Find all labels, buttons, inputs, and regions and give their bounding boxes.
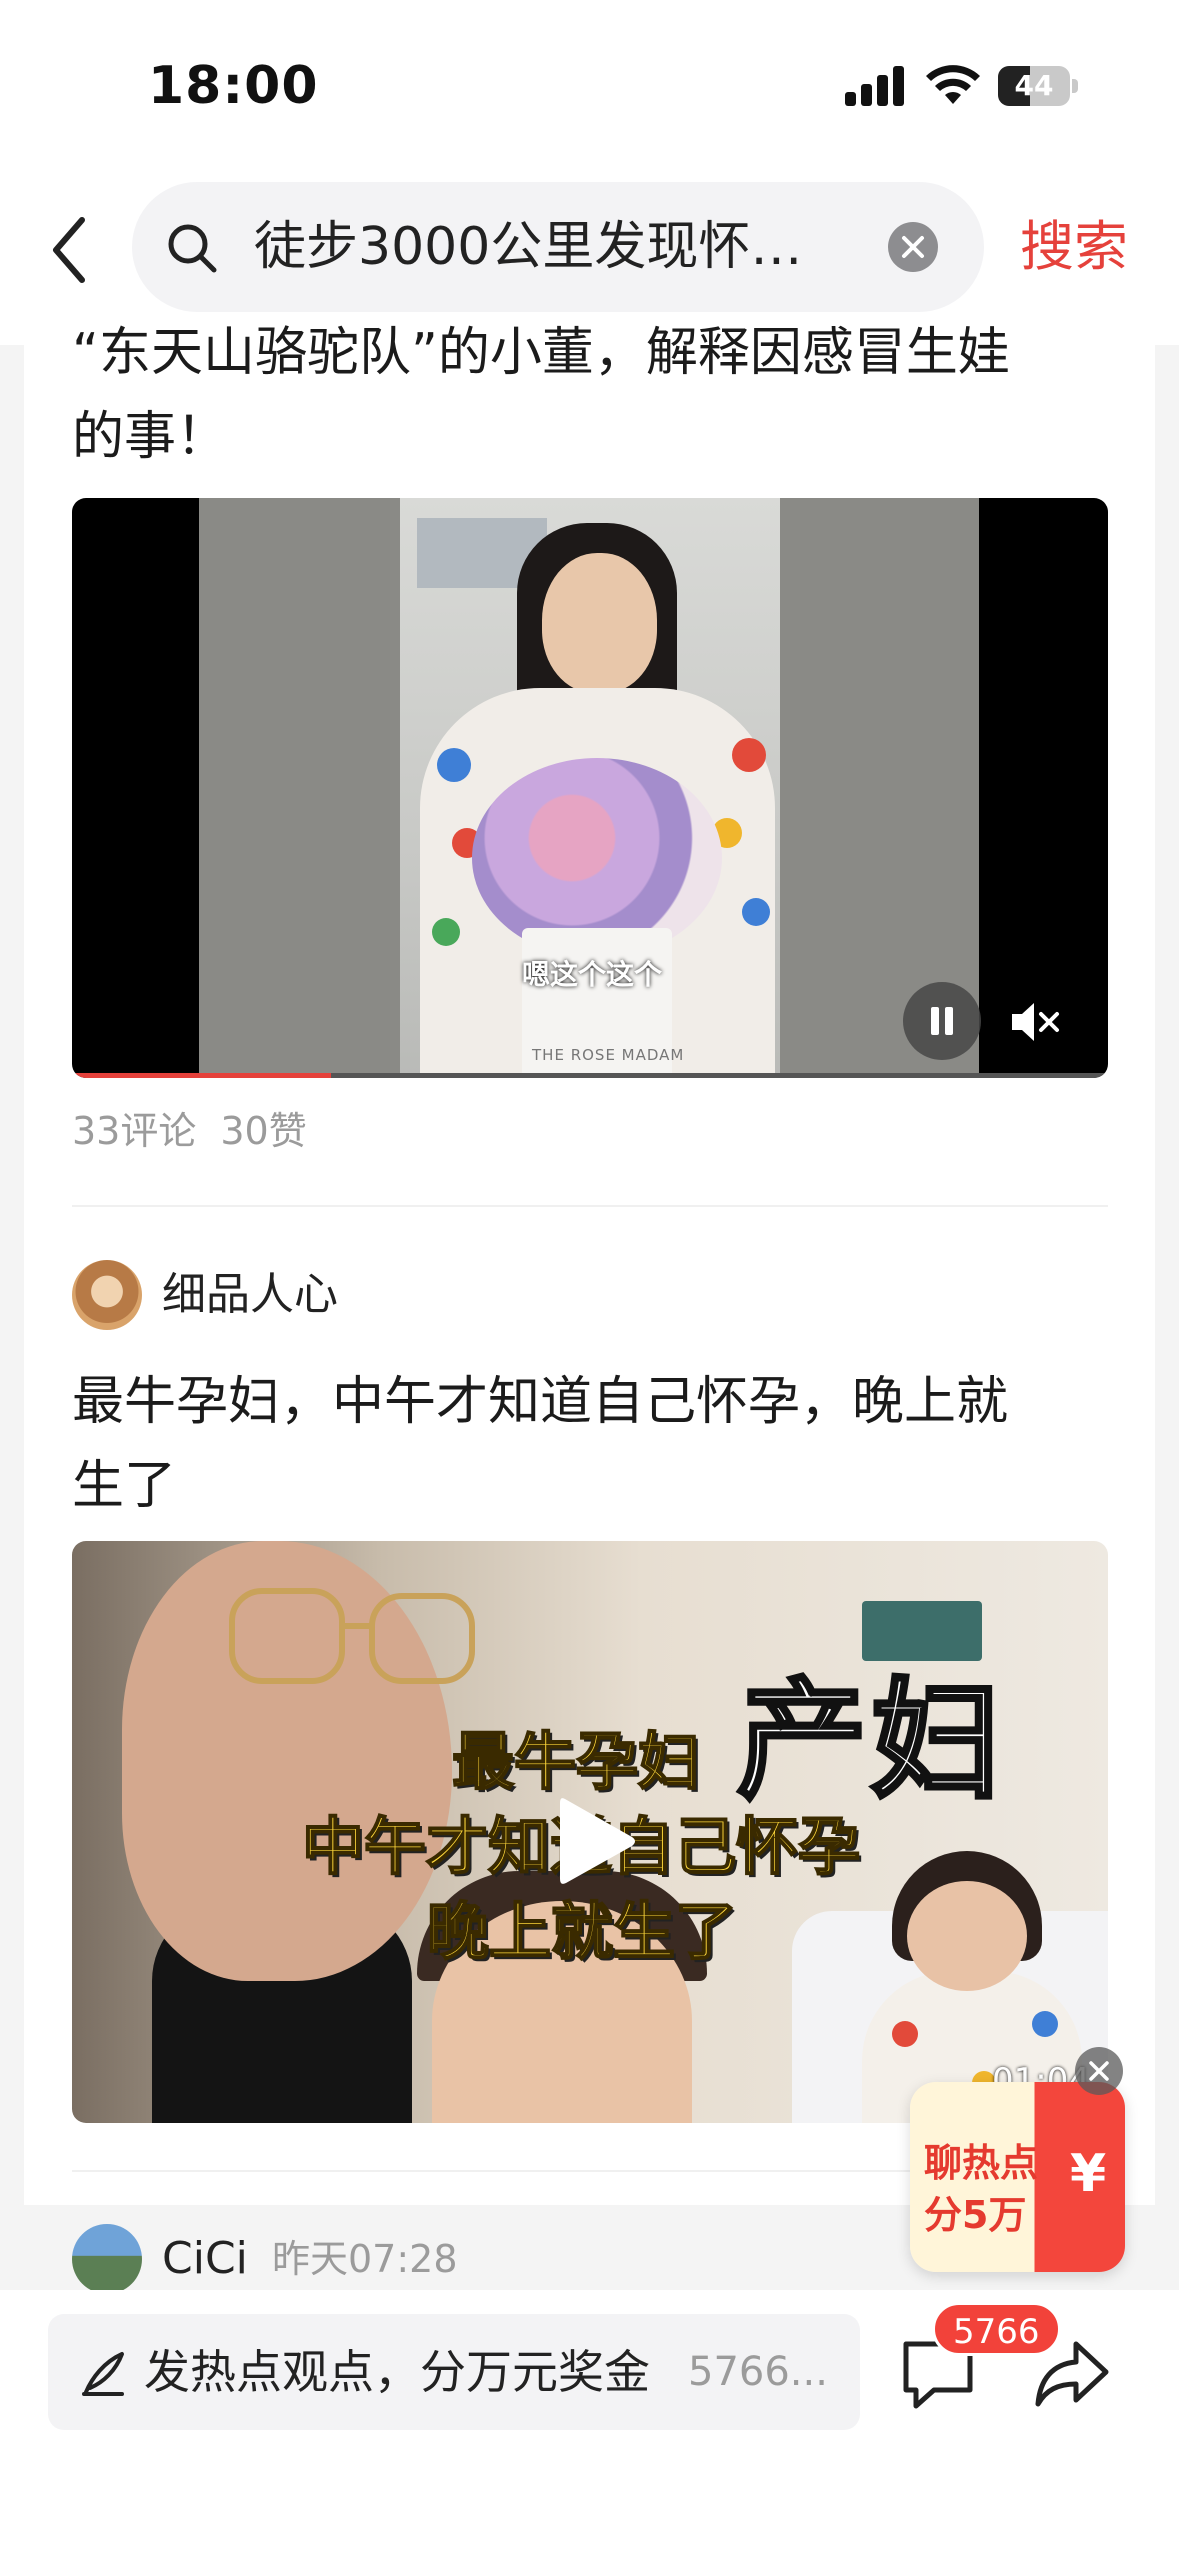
- search-query: 徒步3000公里发现怀…: [254, 217, 803, 277]
- post-title-line: “东天山骆驼队”的小董，解释因感冒生娃: [72, 323, 1010, 383]
- wifi-icon: [926, 65, 980, 104]
- avatar[interactable]: [72, 2224, 142, 2294]
- post-title[interactable]: 最牛孕妇，中午才知道自己怀孕，晚上就 生了: [72, 1360, 1092, 1528]
- cellular-signal-icon: [845, 66, 905, 106]
- comment-input[interactable]: 发热点观点，分万元奖金 5766...: [48, 2314, 860, 2430]
- search-icon: [168, 224, 217, 273]
- video-progress-fill: [72, 1073, 331, 1078]
- back-icon[interactable]: [40, 210, 100, 290]
- close-icon: [1089, 2061, 1109, 2081]
- author-name[interactable]: CiCi: [162, 2224, 248, 2294]
- search-button[interactable]: 搜索: [1020, 182, 1128, 312]
- close-promo-button[interactable]: [1075, 2047, 1123, 2095]
- bottom-bar: 发热点观点，分万元奖金 5766... 5766: [0, 2290, 1179, 2556]
- post-title[interactable]: “东天山骆驼队”的小董，解释因感冒生娃 的事！: [72, 311, 1092, 471]
- divider: [72, 1205, 1108, 1207]
- comment-count-text: 5766...: [688, 2349, 828, 2395]
- play-icon[interactable]: [550, 1791, 640, 1891]
- video-thumbnail[interactable]: 产妇 最牛孕妇 中午才知道自己怀孕 晚上就生了 01:04: [72, 1541, 1108, 2123]
- post-title-line: 最牛孕妇，中午才知道自己怀孕，晚上就: [72, 1372, 1009, 1432]
- search-input[interactable]: 徒步3000公里发现怀…: [132, 182, 984, 312]
- author-name[interactable]: 细品人心: [162, 1260, 338, 1330]
- video-subtitle: 嗯这个这个: [522, 958, 663, 991]
- video-progress-bar[interactable]: [72, 1073, 1108, 1078]
- close-icon: [902, 236, 924, 258]
- battery-icon: 44: [998, 66, 1078, 106]
- clear-search-button[interactable]: [888, 222, 938, 272]
- comment-placeholder: 发热点观点，分万元奖金: [144, 2345, 650, 2399]
- post-title-line: 的事！: [72, 407, 229, 467]
- post-time: 昨天07:28: [272, 2237, 458, 2281]
- mute-icon[interactable]: [1002, 990, 1066, 1054]
- yen-icon: ¥: [1070, 2144, 1107, 2204]
- like-count[interactable]: 30赞: [220, 1109, 306, 1153]
- video-player[interactable]: 嗯这个这个 THE ROSE MADAM: [72, 498, 1108, 1078]
- battery-percent: 44: [1014, 69, 1054, 102]
- hot-topic-promo[interactable]: 聊热点 分5万 ¥: [910, 2082, 1125, 2272]
- video-overlay-line: 晚上就生了: [426, 1894, 738, 1969]
- pause-button[interactable]: [903, 982, 981, 1060]
- avatar[interactable]: [72, 1260, 142, 1330]
- comment-count[interactable]: 33评论: [72, 1109, 196, 1153]
- post-title-line: 生了: [72, 1456, 177, 1516]
- feed-list: “东天山骆驼队”的小董，解释因感冒生娃 的事！ 嗯这个这个 THE ROSE M…: [24, 323, 1155, 2205]
- video-overlay-line: 最牛孕妇: [451, 1724, 701, 1799]
- status-time: 18:00: [148, 56, 319, 116]
- status-bar: 18:00 44: [0, 0, 1179, 160]
- promo-line: 聊热点: [924, 2141, 1039, 2185]
- post-stats: 33评论 30赞: [72, 1100, 307, 1155]
- share-icon[interactable]: [1032, 2334, 1112, 2414]
- promo-line: 分5万: [924, 2193, 1027, 2237]
- video-brand-text: THE ROSE MADAM: [532, 1046, 685, 1064]
- pen-icon: [82, 2352, 124, 2396]
